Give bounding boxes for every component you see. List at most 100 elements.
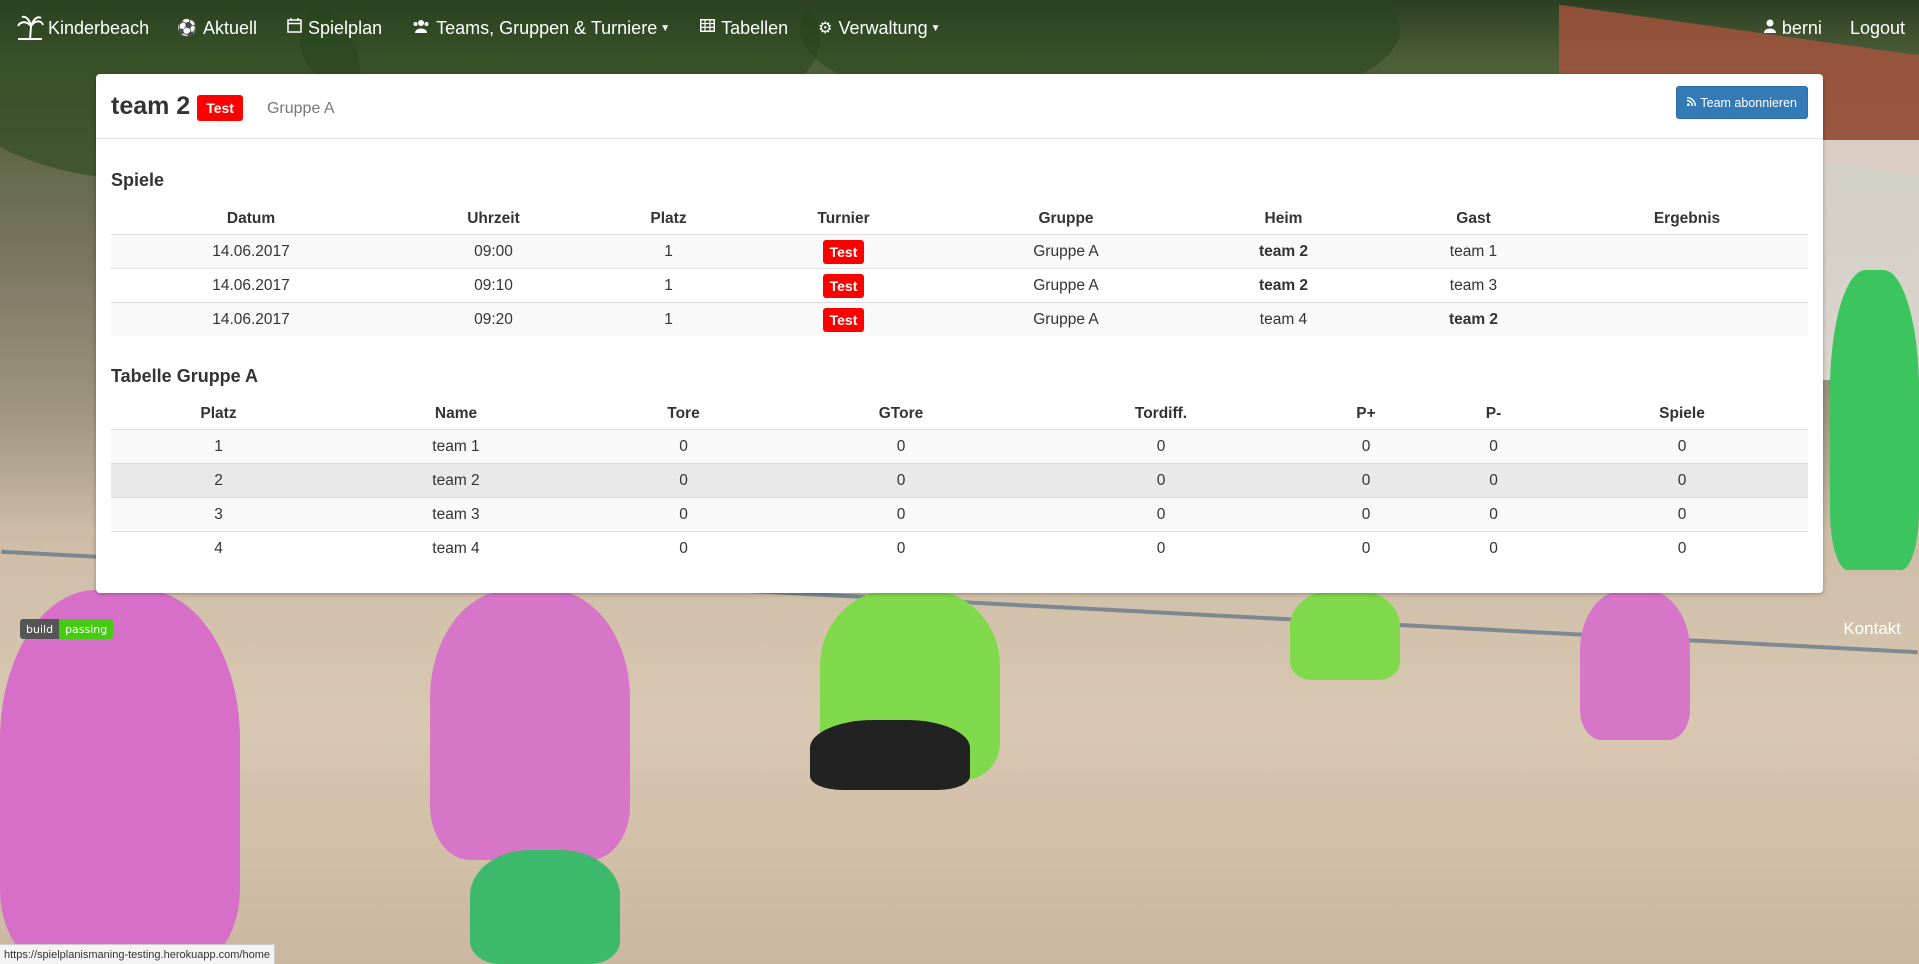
nav-right: berni Logout — [1736, 0, 1905, 56]
cell-name: team 3 — [326, 497, 586, 532]
tournament-badge: Test — [197, 95, 243, 121]
cell-platz: 1 — [596, 234, 741, 269]
nav-spielplan[interactable]: Spielplan — [287, 18, 382, 39]
cell-heim: team 2 — [1186, 234, 1381, 269]
cell-spiele: 0 — [1556, 497, 1808, 532]
cell-turnier: Test — [741, 234, 946, 269]
nav-user[interactable]: berni — [1763, 17, 1822, 39]
tournament-badge[interactable]: Test — [822, 239, 865, 264]
nav-logout[interactable]: Logout — [1850, 18, 1905, 39]
tournament-badge[interactable]: Test — [822, 307, 865, 332]
nav-tabellen-label: Tabellen — [721, 17, 789, 38]
rss-icon — [1687, 96, 1697, 109]
standings-table: Platz Name Tore GTore Tordiff. P+ P- Spi… — [111, 399, 1808, 565]
brand-link[interactable]: Kinderbeach — [16, 14, 149, 42]
col-platz: Platz — [111, 399, 326, 430]
col-pminus: P- — [1431, 399, 1556, 430]
cell-pminus: 0 — [1431, 463, 1556, 498]
nav-aktuell[interactable]: ⚽ Aktuell — [177, 18, 257, 39]
cell-platz: 1 — [111, 429, 326, 464]
col-gruppe: Gruppe — [946, 204, 1186, 235]
cell-tordiff: 0 — [1021, 463, 1301, 498]
cell-platz: 3 — [111, 497, 326, 532]
cell-ergebnis — [1566, 234, 1808, 269]
build-label: build — [20, 619, 60, 639]
build-status-badge[interactable]: build passing — [20, 619, 114, 639]
cell-pminus: 0 — [1431, 429, 1556, 464]
table-icon — [700, 19, 716, 37]
cell-pminus: 0 — [1431, 497, 1556, 532]
cell-pplus: 0 — [1301, 429, 1431, 464]
cell-tore: 0 — [586, 497, 781, 532]
nav-user-label: berni — [1781, 17, 1822, 38]
tournament-badge[interactable]: Test — [822, 273, 865, 298]
nav-teams-dropdown[interactable]: Teams, Gruppen & Turniere ▼ — [412, 18, 670, 39]
table-row[interactable]: 14.06.2017 09:20 1 Test Gruppe A team 4 … — [111, 302, 1808, 336]
table-row[interactable]: 14.06.2017 09:10 1 Test Gruppe A team 2 … — [111, 268, 1808, 303]
cell-gruppe: Gruppe A — [946, 302, 1186, 336]
cell-gtore: 0 — [781, 463, 1021, 498]
subscribe-team-button[interactable]: Team abonnieren — [1676, 86, 1808, 119]
users-icon — [412, 19, 430, 38]
cell-heim: team 2 — [1186, 268, 1381, 303]
col-tore: Tore — [586, 399, 781, 430]
cell-tordiff: 0 — [1021, 531, 1301, 565]
brand-name: Kinderbeach — [48, 17, 150, 38]
games-section-title: Spiele — [111, 170, 165, 190]
caret-down-icon: ▼ — [660, 22, 671, 34]
col-name: Name — [326, 399, 586, 430]
cell-datum: 14.06.2017 — [111, 302, 391, 336]
kontakt-link[interactable]: Kontakt — [1843, 619, 1901, 639]
build-status: passing — [59, 619, 114, 639]
cell-gtore: 0 — [781, 429, 1021, 464]
cell-pplus: 0 — [1301, 463, 1431, 498]
caret-down-icon: ▼ — [930, 22, 941, 34]
table-row[interactable]: 2 team 2 0 0 0 0 0 0 — [111, 463, 1808, 498]
subscribe-team-label: Team abonnieren — [1700, 95, 1797, 110]
col-uhrzeit: Uhrzeit — [391, 204, 596, 235]
cell-turnier: Test — [741, 302, 946, 336]
games-table: Datum Uhrzeit Platz Turnier Gruppe Heim … — [111, 204, 1808, 336]
col-datum: Datum — [111, 204, 391, 235]
nav-tabellen[interactable]: Tabellen — [700, 18, 788, 39]
nav-verwaltung-dropdown[interactable]: ⚙ Verwaltung ▼ — [818, 18, 940, 39]
page-title: team 2 — [111, 91, 191, 120]
cell-uhrzeit: 09:20 — [391, 302, 596, 336]
col-spiele: Spiele — [1556, 399, 1808, 430]
standings-section: Tabelle Gruppe A — [96, 366, 258, 387]
table-row[interactable]: 14.06.2017 09:00 1 Test Gruppe A team 2 … — [111, 234, 1808, 269]
cell-spiele: 0 — [1556, 429, 1808, 464]
calendar-icon — [287, 18, 302, 38]
cell-gast: team 2 — [1381, 302, 1566, 336]
cell-heim: team 4 — [1186, 302, 1381, 336]
col-gtore: GTore — [781, 399, 1021, 430]
cell-gast: team 1 — [1381, 234, 1566, 269]
cell-turnier: Test — [741, 268, 946, 303]
group-label: Gruppe A — [266, 100, 335, 117]
palm-logo-icon — [17, 15, 44, 41]
table-row[interactable]: 4 team 4 0 0 0 0 0 0 — [111, 531, 1808, 565]
col-pplus: P+ — [1301, 399, 1431, 430]
nav-spielplan-label: Spielplan — [308, 17, 383, 38]
col-gast: Gast — [1381, 204, 1566, 235]
cell-gruppe: Gruppe A — [946, 234, 1186, 269]
cell-tore: 0 — [586, 463, 781, 498]
games-section: Spiele — [96, 170, 164, 191]
gears-icon: ⚙ — [818, 20, 833, 37]
cell-pminus: 0 — [1431, 531, 1556, 565]
soccer-ball-icon: ⚽ — [177, 20, 197, 37]
col-ergebnis: Ergebnis — [1566, 204, 1808, 235]
table-row[interactable]: 1 team 1 0 0 0 0 0 0 — [111, 429, 1808, 464]
cell-gast: team 3 — [1381, 268, 1566, 303]
cell-gruppe: Gruppe A — [946, 268, 1186, 303]
cell-uhrzeit: 09:00 — [391, 234, 596, 269]
cell-datum: 14.06.2017 — [111, 268, 391, 303]
nav-verwaltung-label: Verwaltung — [838, 17, 928, 38]
cell-tordiff: 0 — [1021, 429, 1301, 464]
table-row[interactable]: 3 team 3 0 0 0 0 0 0 — [111, 497, 1808, 532]
cell-platz: 2 — [111, 463, 326, 498]
cell-pplus: 0 — [1301, 531, 1431, 565]
browser-status-url: https://spielplanismaning-testing.heroku… — [0, 944, 275, 964]
cell-tore: 0 — [586, 429, 781, 464]
cell-gtore: 0 — [781, 531, 1021, 565]
